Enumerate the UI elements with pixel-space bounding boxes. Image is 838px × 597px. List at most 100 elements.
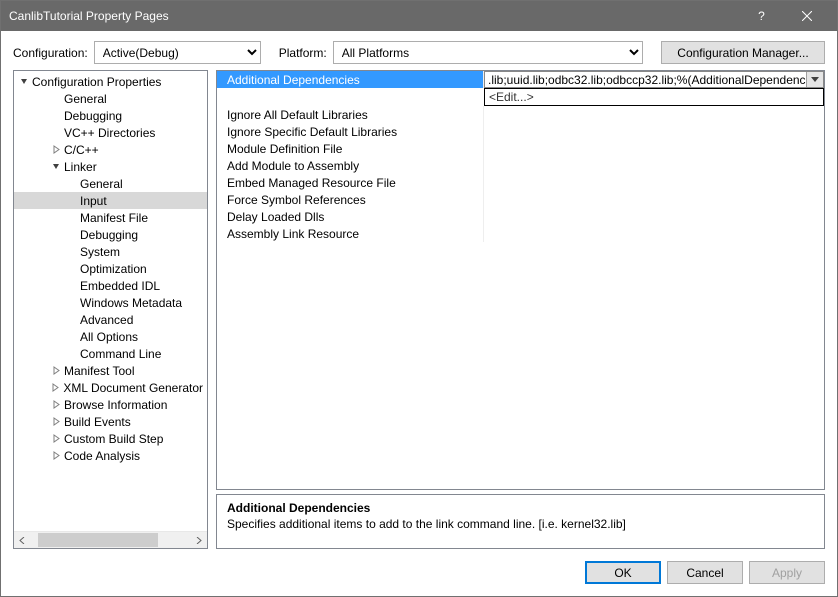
property-name: Embed Managed Resource File [217, 174, 484, 191]
property-value[interactable]: .lib;uuid.lib;odbc32.lib;odbccp32.lib;%(… [484, 71, 824, 88]
tree-label: General [62, 92, 107, 106]
tree-item[interactable]: Browse Information [14, 396, 207, 413]
property-grid: Additional Dependencies.lib;uuid.lib;odb… [216, 70, 825, 490]
navigation-tree: Configuration Properties General Debugging… [13, 70, 208, 549]
tree-item[interactable]: C/C++ [14, 141, 207, 158]
tree-item[interactable]: XML Document Generator [14, 379, 207, 396]
property-row[interactable]: Module Definition File [217, 140, 824, 157]
property-row[interactable]: Add Module to Assembly [217, 157, 824, 174]
tree-root[interactable]: Configuration Properties [14, 73, 207, 90]
property-name: Assembly Link Resource [217, 225, 484, 242]
scroll-right-button[interactable] [190, 532, 207, 549]
property-name: Ignore Specific Default Libraries [217, 123, 484, 140]
property-row[interactable]: Assembly Link Resource [217, 225, 824, 242]
help-button[interactable]: ? [739, 1, 784, 31]
tree-item[interactable]: Embedded IDL [14, 277, 207, 294]
apply-button: Apply [749, 561, 825, 584]
property-value[interactable] [484, 140, 824, 157]
tree-item[interactable]: Optimization [14, 260, 207, 277]
cancel-button[interactable]: Cancel [667, 561, 743, 584]
collapse-icon[interactable] [18, 77, 30, 86]
tree-label: All Options [78, 330, 138, 344]
expand-icon[interactable] [50, 383, 61, 392]
tree-item[interactable]: Manifest File [14, 209, 207, 226]
tree-item[interactable]: Code Analysis [14, 447, 207, 464]
property-row[interactable]: Delay Loaded Dlls [217, 208, 824, 225]
property-value[interactable] [484, 225, 824, 242]
tree-label: Advanced [78, 313, 133, 327]
platform-label: Platform: [279, 46, 327, 60]
tree-item[interactable]: System [14, 243, 207, 260]
tree-label: General [78, 177, 123, 191]
tree-label: Debugging [62, 109, 122, 123]
tree-label: Build Events [62, 415, 131, 429]
tree-item[interactable]: Build Events [14, 413, 207, 430]
tree-item[interactable]: Windows Metadata [14, 294, 207, 311]
tree-item[interactable]: General [14, 175, 207, 192]
config-toolbar: Configuration: Active(Debug) Platform: A… [1, 31, 837, 70]
platform-select[interactable]: All Platforms [333, 41, 643, 64]
tree-item[interactable]: Custom Build Step [14, 430, 207, 447]
tree-label: Custom Build Step [62, 432, 163, 446]
tree-item[interactable]: Advanced [14, 311, 207, 328]
edit-dropdown-popup[interactable]: <Edit...> [484, 88, 824, 106]
tree-item[interactable]: Debugging [14, 107, 207, 124]
dropdown-button[interactable] [806, 72, 823, 87]
tree-item[interactable]: Command Line [14, 345, 207, 362]
expand-icon[interactable] [50, 366, 62, 375]
property-name: Force Symbol References [217, 191, 484, 208]
tree-item[interactable]: Manifest Tool [14, 362, 207, 379]
property-value[interactable] [484, 191, 824, 208]
tree-item[interactable]: Linker [14, 158, 207, 175]
tree-label: VC++ Directories [62, 126, 155, 140]
dialog-window: CanlibTutorial Property Pages ? Configur… [0, 0, 838, 597]
property-name: Additional Dependencies [217, 71, 484, 88]
tree-label: Manifest File [78, 211, 148, 225]
tree-horizontal-scrollbar[interactable] [14, 531, 207, 548]
property-value[interactable] [484, 123, 824, 140]
property-value[interactable] [484, 208, 824, 225]
expand-icon[interactable] [50, 451, 62, 460]
property-value[interactable] [484, 174, 824, 191]
tree-label: Command Line [78, 347, 161, 361]
tree-label: C/C++ [62, 143, 99, 157]
scroll-left-button[interactable] [14, 532, 31, 549]
expand-icon[interactable] [50, 400, 62, 409]
tree-item[interactable]: Debugging [14, 226, 207, 243]
tree-item[interactable]: VC++ Directories [14, 124, 207, 141]
ok-button[interactable]: OK [585, 561, 661, 584]
close-button[interactable] [784, 1, 829, 31]
dialog-buttons: OK Cancel Apply [1, 555, 837, 596]
property-value[interactable] [484, 157, 824, 174]
description-panel: Additional Dependencies Specifies additi… [216, 494, 825, 549]
property-row[interactable]: Ignore Specific Default Libraries [217, 123, 824, 140]
description-text: Specifies additional items to add to the… [227, 517, 814, 531]
configuration-select[interactable]: Active(Debug) [94, 41, 261, 64]
expand-icon[interactable] [50, 434, 62, 443]
expand-icon[interactable] [50, 417, 62, 426]
tree-label: Code Analysis [62, 449, 140, 463]
tree-label: Browse Information [62, 398, 167, 412]
tree-label: Debugging [78, 228, 138, 242]
property-row[interactable]: Ignore All Default Libraries [217, 106, 824, 123]
expand-icon[interactable] [50, 145, 62, 154]
tree-item[interactable]: Input [14, 192, 207, 209]
property-row[interactable]: Embed Managed Resource File [217, 174, 824, 191]
property-value[interactable] [484, 106, 824, 123]
title-bar[interactable]: CanlibTutorial Property Pages ? [1, 1, 837, 31]
description-heading: Additional Dependencies [227, 501, 814, 515]
collapse-icon[interactable] [50, 162, 62, 171]
tree-label: Input [78, 194, 107, 208]
property-row[interactable]: Force Symbol References [217, 191, 824, 208]
tree-item[interactable]: All Options [14, 328, 207, 345]
tree-item[interactable]: General [14, 90, 207, 107]
tree-label: Optimization [78, 262, 147, 276]
tree-label: XML Document Generator [61, 381, 203, 395]
scroll-thumb[interactable] [38, 533, 158, 547]
property-name: Delay Loaded Dlls [217, 208, 484, 225]
property-name: Ignore All Default Libraries [217, 106, 484, 123]
tree-label: Configuration Properties [30, 75, 161, 89]
property-row[interactable]: Additional Dependencies.lib;uuid.lib;odb… [217, 71, 824, 88]
tree-label: Manifest Tool [62, 364, 134, 378]
configuration-manager-button[interactable]: Configuration Manager... [661, 41, 825, 64]
